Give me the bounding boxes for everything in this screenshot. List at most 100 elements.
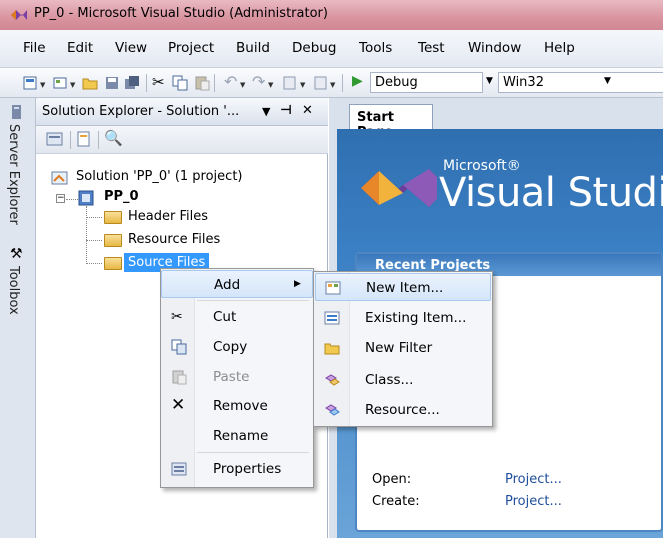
pin-icon[interactable]: ⊣ [280,103,292,118]
chevron-down-icon[interactable]: ▼ [486,76,493,86]
menu-tools[interactable]: Tools [359,40,392,56]
properties-label: Properties [213,461,282,477]
properties-icon[interactable] [46,131,64,147]
dropdown-arrow-icon[interactable]: ▼ [240,81,245,89]
menu-build[interactable]: Build [236,40,270,56]
open-label: Open: [372,472,412,487]
standard-toolbar: ▼ ▼ ✂ ↶ ▼ ↷ ▼ ▼ ▼ ▶ Debug ▼ Win32 ▼ [0,68,663,98]
solution-explorer-header: Solution Explorer - Solution '... ▼ ⊣ ✕ [36,98,328,126]
start-debugging-icon[interactable]: ▶ [352,73,363,89]
existing-item-label: Existing Item... [365,310,467,326]
cut-icon[interactable]: ✂ [152,73,165,91]
folder-icon [104,211,122,224]
new-filter-label: New Filter [365,340,433,356]
menu-edit[interactable]: Edit [67,40,93,56]
navigate-backward-icon[interactable] [282,75,298,91]
copy-icon [171,339,187,355]
cut-label: Cut [213,309,237,325]
menu-file[interactable]: File [23,40,46,56]
add-submenu: New Item... Existing Item... New Filter … [313,271,493,427]
project-node[interactable]: PP_0 [104,189,139,204]
visual-studio-logo-icon [361,169,437,207]
title-bar: PP_0 - Microsoft Visual Studio (Administ… [0,0,663,30]
menu-item-class[interactable]: Class... [315,366,491,394]
new-folder-icon [324,343,340,355]
create-project-link[interactable]: Project... [505,494,562,509]
visual-studio-icon [11,10,27,20]
remove-label: Remove [213,398,268,414]
solution-node[interactable]: Solution 'PP_0' (1 project) [76,169,243,184]
paste-icon [195,76,210,91]
new-project-icon[interactable] [22,75,38,91]
dropdown-arrow-icon[interactable]: ▼ [300,81,305,89]
server-explorer-icon [12,105,21,119]
view-class-diagram-icon[interactable]: 🔍 [104,129,123,147]
window-position-dropdown-icon[interactable]: ▼ [262,105,270,118]
resource-label: Resource... [365,402,440,418]
menu-item-properties[interactable]: Properties [161,455,313,483]
resource-files-node[interactable]: Resource Files [128,232,220,247]
platform-value: Win32 [503,75,544,90]
folder-icon [104,257,122,270]
chevron-down-icon[interactable]: ▼ [604,76,611,86]
menu-item-rename[interactable]: Rename [161,422,313,450]
create-label: Create: [372,494,420,509]
menu-window[interactable]: Window [468,40,521,56]
menu-bar: File Edit View Project Build Debug Tools… [0,30,663,68]
menu-test[interactable]: Test [418,40,445,56]
tab-start-page[interactable]: Start Page [349,104,433,140]
save-all-icon[interactable] [124,75,140,91]
menu-item-new-filter[interactable]: New Filter [315,334,491,362]
menu-item-copy[interactable]: Copy [161,333,313,361]
menu-project[interactable]: Project [168,40,214,56]
header-files-node[interactable]: Header Files [128,209,208,224]
project-icon [78,190,94,206]
window-title: PP_0 - Microsoft Visual Studio (Administ… [34,6,328,21]
menu-item-remove[interactable]: ✕ Remove [161,392,313,420]
new-item-label: New Item... [366,280,444,296]
visual-studio-wordmark: Visual Studio [439,170,663,216]
menu-item-existing-item[interactable]: Existing Item... [315,304,491,332]
context-menu: Add ▶ ✂ Cut Copy Paste ✕ Remove Rename P… [160,268,314,488]
side-tab-strip: Server Explorer ⚒ Toolbox [0,98,36,538]
toolbox-tab[interactable]: Toolbox [6,266,21,315]
solution-explorer-title: Solution Explorer - Solution '... [42,104,240,119]
menu-help[interactable]: Help [544,40,575,56]
save-icon[interactable] [104,75,120,91]
new-item-icon [325,281,341,295]
solution-configuration-combo[interactable]: Debug [370,72,483,93]
show-all-files-icon[interactable] [76,131,92,147]
solution-icon [51,171,68,185]
collapse-icon[interactable]: − [56,194,65,203]
menu-item-cut[interactable]: ✂ Cut [161,303,313,331]
undo-icon[interactable]: ↶ [224,72,237,91]
dropdown-arrow-icon[interactable]: ▼ [70,81,75,89]
menu-item-new-item[interactable]: New Item... [315,273,491,301]
menu-view[interactable]: View [115,40,147,56]
add-item-icon[interactable] [52,75,68,91]
copy-icon[interactable] [172,75,188,91]
open-folder-icon[interactable] [82,75,98,91]
dropdown-arrow-icon[interactable]: ▼ [330,81,335,89]
submenu-arrow-icon: ▶ [294,279,301,289]
dropdown-arrow-icon[interactable]: ▼ [40,81,45,89]
open-project-link[interactable]: Project... [505,472,562,487]
server-explorer-tab[interactable]: Server Explorer [6,124,21,225]
navigate-forward-icon[interactable] [312,75,328,91]
redo-icon[interactable]: ↷ [252,72,265,91]
paste-icon [172,370,187,385]
configuration-value: Debug [375,75,418,90]
resource-icon [325,404,340,416]
solution-platform-combo[interactable]: Win32 [498,72,663,93]
toolbox-icon: ⚒ [10,246,23,262]
cut-icon: ✂ [171,309,183,325]
paste-label: Paste [213,369,250,385]
close-icon[interactable]: ✕ [302,103,313,118]
menu-item-paste[interactable]: Paste [161,363,313,391]
dropdown-arrow-icon[interactable]: ▼ [268,81,273,89]
add-label: Add [214,277,241,293]
menu-item-resource[interactable]: Resource... [315,396,491,424]
menu-debug[interactable]: Debug [292,40,336,56]
copy-label: Copy [213,339,248,355]
menu-item-add[interactable]: Add ▶ [161,270,313,298]
